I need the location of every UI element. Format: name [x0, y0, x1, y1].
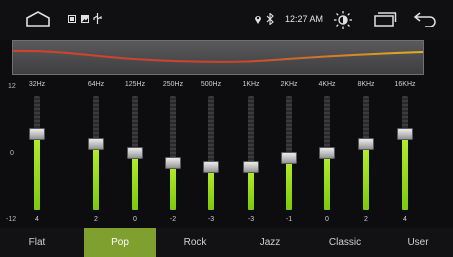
- bluetooth-icon: [266, 13, 274, 25]
- band-slider-fill: [324, 153, 330, 210]
- band-freq-label: 125Hz: [124, 81, 146, 88]
- eq-curve: [12, 49, 424, 63]
- band-slider-fill: [34, 134, 40, 210]
- band-freq-label: 64Hz: [87, 81, 105, 88]
- band-slider-fill: [402, 134, 408, 210]
- band-slider-fill: [208, 167, 214, 210]
- band-slider-knob[interactable]: [127, 147, 143, 159]
- db-scale-mid: 0: [10, 150, 14, 157]
- band-slider-fill: [363, 143, 369, 210]
- band-freq-label: 16KHz: [394, 81, 416, 88]
- band-gain-value: 2: [364, 216, 368, 223]
- band-slider-knob[interactable]: [203, 161, 219, 174]
- band-gain-value: 0: [325, 216, 329, 223]
- location-icon: [255, 16, 261, 24]
- band-slider-fill: [248, 167, 254, 210]
- band-gain-value: -2: [169, 216, 177, 223]
- band-freq-label: 8KHz: [357, 81, 375, 88]
- preset-tab-flat[interactable]: Flat: [8, 228, 66, 257]
- band-freq-label: 2KHz: [280, 81, 298, 88]
- preset-tab-classic[interactable]: Classic: [307, 228, 383, 257]
- band-gain-value: -1: [285, 216, 293, 223]
- band-slider-fill: [93, 143, 99, 210]
- band-gain-value: 0: [133, 216, 137, 223]
- band-slider-fill: [132, 153, 138, 210]
- clock: 12:27 AM: [285, 14, 324, 24]
- band-gain-value: 2: [94, 216, 98, 223]
- preset-tab-rock[interactable]: Rock: [157, 228, 233, 257]
- band-freq-label: 32Hz: [28, 81, 46, 88]
- band-freq-label: 250Hz: [162, 81, 184, 88]
- recent-apps-icon[interactable]: [373, 11, 397, 27]
- band-gain-value: 4: [35, 216, 39, 223]
- home-icon[interactable]: [25, 10, 51, 28]
- eq-curve-panel: [12, 40, 424, 75]
- band-slider-knob[interactable]: [29, 128, 45, 140]
- band-gain-value: -3: [207, 216, 215, 223]
- band-freq-label: 4KHz: [318, 81, 336, 88]
- band-slider-knob[interactable]: [88, 137, 104, 150]
- brightness-icon[interactable]: [333, 10, 353, 30]
- band-slider-knob[interactable]: [243, 161, 259, 174]
- band-gain-value: 4: [403, 216, 407, 223]
- band-slider-knob[interactable]: [281, 151, 297, 164]
- db-scale-top: 12: [8, 83, 16, 90]
- band-freq-label: 500Hz: [200, 81, 222, 88]
- band-slider-knob[interactable]: [319, 147, 335, 159]
- band-slider-fill: [286, 157, 292, 210]
- band-freq-label: 1KHz: [242, 81, 260, 88]
- image-icon: [81, 15, 89, 23]
- notification-icon: [68, 15, 76, 23]
- db-scale-bottom: -12: [6, 216, 17, 223]
- preset-tab-jazz[interactable]: Jazz: [233, 228, 307, 257]
- preset-tab-pop[interactable]: Pop: [84, 228, 156, 257]
- band-slider-knob[interactable]: [397, 128, 413, 140]
- preset-tab-user[interactable]: User: [383, 228, 453, 257]
- band-slider-fill: [170, 162, 176, 210]
- band-gain-value: -3: [247, 216, 255, 223]
- band-slider-knob[interactable]: [165, 156, 181, 169]
- usb-icon: [93, 13, 102, 24]
- back-icon[interactable]: [413, 11, 437, 27]
- band-slider-knob[interactable]: [358, 137, 374, 150]
